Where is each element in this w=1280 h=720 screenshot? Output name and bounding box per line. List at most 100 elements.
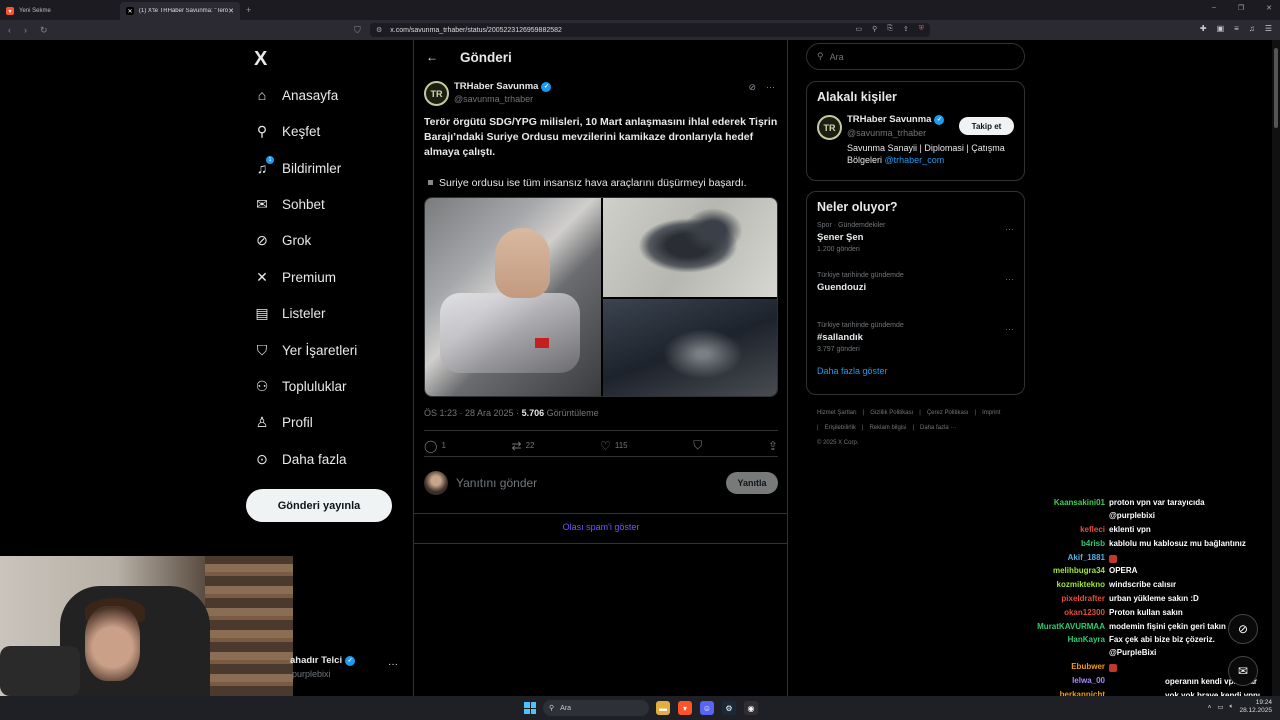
app-menu-icon[interactable]: ☰ (1265, 24, 1272, 33)
chat-username[interactable]: pixeldrafter (1020, 594, 1105, 603)
more-options-icon[interactable]: ··· (766, 82, 775, 93)
footer-link[interactable]: Gizlilik Politikası (870, 410, 913, 416)
nav-item-x-premium[interactable]: ✕ Premium (254, 265, 336, 289)
network-icon[interactable]: ▭ (1217, 703, 1223, 711)
nav-item-profile[interactable]: ♙ Profil (254, 410, 313, 434)
author-name[interactable]: TRHaber Savunma ✓ (454, 81, 552, 92)
post-image-3[interactable] (603, 299, 777, 396)
chat-username[interactable]: Akif_1881 (1020, 553, 1105, 562)
post-author[interactable]: TR TRHaber Savunma ✓ @savunma_trhaber (424, 81, 552, 106)
chat-username[interactable]: kefleci (1020, 525, 1105, 534)
author-avatar[interactable]: TR (424, 81, 449, 106)
maximize-icon[interactable]: ❐ (1238, 4, 1244, 12)
taskbar-search[interactable]: ⚲ Ara (543, 700, 649, 716)
grok-icon[interactable]: ⊘ (748, 82, 756, 93)
reply-action[interactable]: ◯ 1 (424, 439, 446, 453)
discord-icon[interactable]: ☺ (700, 701, 714, 715)
volume-icon[interactable]: 🔈︎ (1230, 703, 1234, 711)
chat-username[interactable]: lelwa_00 (1020, 676, 1105, 685)
related-bio-link[interactable]: @trhaber_com (885, 155, 945, 165)
related-person[interactable]: TR TRHaber Savunma ✓ @savunma_trhaber Sav… (817, 112, 1014, 172)
like-action[interactable]: ♡ 115 (600, 439, 628, 453)
folder-icon[interactable]: ▬ (656, 701, 670, 715)
nav-item-bell[interactable]: ♫ 1 Bildirimler (254, 156, 341, 180)
reader-icon[interactable]: ▭ (856, 25, 863, 33)
reply-button[interactable]: Yanıtla (726, 472, 778, 494)
chat-username[interactable]: kozmiktekno (1020, 580, 1105, 589)
clock[interactable]: 19:24 28.12.2025 (1239, 699, 1272, 715)
chat-username[interactable]: melihbugra34 (1020, 566, 1105, 575)
brave-shields-icon[interactable]: ⛨ (919, 25, 924, 33)
chat-username[interactable]: b4risb (1020, 539, 1105, 548)
nav-item-grok[interactable]: ⊘ Grok (254, 228, 311, 252)
footer-link[interactable]: Imprint (982, 410, 1000, 416)
post-image-2[interactable] (603, 198, 777, 297)
nav-item-search[interactable]: ⚲ Keşfet (254, 119, 320, 143)
forward-icon[interactable]: › (24, 25, 40, 35)
screenshot-icon[interactable]: ⎘ (887, 25, 893, 33)
account-name[interactable]: ahadır Telci ✓ (290, 655, 356, 666)
reply-input[interactable]: Yanıtını gönder (456, 476, 537, 490)
close-window-icon[interactable]: ✕ (1266, 4, 1272, 12)
bookmark-action[interactable]: ⛉ (693, 438, 702, 453)
media-icon[interactable]: ♫ (1249, 24, 1255, 33)
minimize-icon[interactable]: – (1212, 4, 1216, 12)
chat-username[interactable]: Ebubwer (1020, 662, 1105, 671)
search-input[interactable]: ⚲ Ara (806, 43, 1025, 70)
share-icon[interactable]: ⇪ (903, 25, 909, 33)
share-action[interactable]: ⇪ (768, 439, 778, 453)
nav-item-communities[interactable]: ⚇ Topluluklar (254, 374, 347, 398)
user-avatar[interactable] (424, 471, 448, 495)
messages-float-icon[interactable]: ✉ (1228, 656, 1258, 686)
nav-item-more-circle[interactable]: ⊙ Daha fazla (254, 447, 346, 471)
footer-link[interactable]: Erişilebilirlik (825, 425, 856, 431)
back-arrow-icon[interactable]: ← (426, 50, 438, 64)
browser-tab-new[interactable]: ▾ Yeni Sekme (0, 2, 120, 20)
repost-action[interactable]: ⇄ 22 (512, 439, 535, 453)
close-tab-icon[interactable]: ✕ (228, 7, 234, 15)
chat-username[interactable]: Kaansakini01 (1020, 498, 1105, 507)
brave-icon[interactable]: ▾ (678, 701, 692, 715)
footer-link[interactable]: Reklam bilgisi (869, 425, 906, 431)
back-icon[interactable]: ‹ (8, 25, 24, 35)
show-more-link[interactable]: Daha fazla göster (817, 366, 1014, 376)
post-time[interactable]: ÖS 1:23 · 28 Ara 2025 · (424, 408, 522, 418)
chat-username[interactable]: MuratKAVURMAA (1020, 622, 1105, 631)
chat-username[interactable]: okan12300 (1020, 608, 1105, 617)
trend-more-icon[interactable]: ··· (1005, 274, 1014, 284)
zoom-icon[interactable]: ⚲ (872, 25, 877, 33)
follow-button[interactable]: Takip et (959, 117, 1014, 135)
grok-float-icon[interactable]: ⊘ (1228, 614, 1258, 644)
steam-icon[interactable]: ⚙ (722, 701, 736, 715)
address-bar[interactable]: ⚙ x.com/savunma_trhaber/status/200522312… (370, 23, 930, 37)
scrollbar-thumb[interactable] (1274, 48, 1278, 128)
nav-item-mail[interactable]: ✉ Sohbet (254, 192, 325, 216)
bookmark-page-icon[interactable]: ⛉ (354, 25, 370, 36)
related-avatar[interactable]: TR (817, 115, 842, 140)
reload-icon[interactable]: ↻ (40, 25, 56, 36)
footer-link[interactable]: Daha fazla ··· (920, 425, 956, 431)
related-name[interactable]: TRHaber Savunma ✓ (847, 114, 945, 125)
trend-item[interactable]: Spor · Gündemdekiler Şener Şen 1.200 gönde… (817, 222, 1014, 262)
nav-item-bookmark[interactable]: ⛉ Yer İşaretleri (254, 338, 358, 362)
wallet-icon[interactable]: ▣ (1217, 24, 1225, 33)
nav-item-home[interactable]: ⌂ Anasayfa (254, 83, 339, 107)
new-tab-icon[interactable]: + (246, 5, 251, 15)
footer-link[interactable]: © 2025 X Corp. (817, 440, 858, 446)
browser-tab-x[interactable]: ✕ (1) X'te TRHaber Savunma: "Terör ✕ (120, 2, 240, 20)
trend-item[interactable]: Türkiye tarihinde gündemde #sallandık 3.79… (817, 322, 1014, 362)
x-logo-icon[interactable]: X (254, 48, 267, 71)
trend-more-icon[interactable]: ··· (1005, 324, 1014, 334)
footer-link[interactable]: Çerez Politikası (927, 410, 969, 416)
trend-item[interactable]: Türkiye tarihinde gündemde Guendouzi ··· (817, 272, 1014, 312)
show-spam-link[interactable]: Olası spam'i göster (414, 522, 788, 532)
post-button[interactable]: Gönderi yayınla (246, 489, 392, 522)
chevron-up-icon[interactable]: ˄ (1208, 704, 1212, 711)
post-image-1[interactable] (425, 198, 601, 396)
obs-icon[interactable]: ◉ (744, 701, 758, 715)
chat-username[interactable]: HanKayra (1020, 635, 1105, 644)
site-info-icon[interactable]: ⚙ (376, 26, 382, 34)
account-more-icon[interactable]: ··· (388, 659, 398, 670)
windows-start-icon[interactable] (524, 702, 536, 714)
extensions-icon[interactable]: ✚ (1200, 24, 1207, 33)
